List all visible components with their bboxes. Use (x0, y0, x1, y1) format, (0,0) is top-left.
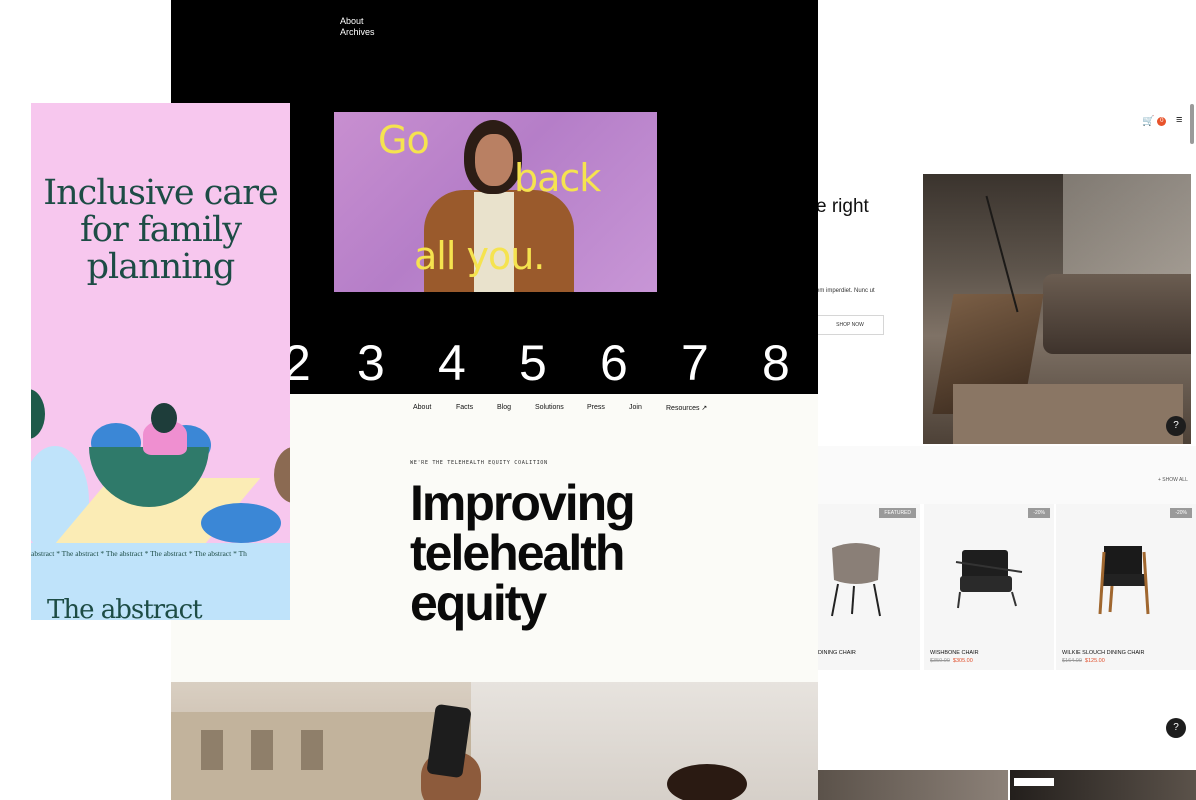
nav-link-about[interactable]: About (413, 404, 431, 411)
nav-link-join[interactable]: Join (629, 404, 642, 411)
hero-title: Inclusive care for family planning (43, 173, 278, 287)
wishbone-chair-image (955, 550, 1023, 609)
hero-title: Improving telehealth equity (410, 475, 636, 631)
scrollbar-thumb[interactable] (1190, 104, 1194, 144)
cart-count-badge: 0 (1157, 116, 1167, 126)
wilkie-chair-image (1098, 546, 1150, 615)
show-all-link[interactable]: + SHOW ALL (1158, 477, 1188, 483)
marquee-text: abstract * The abstract * The abstract *… (31, 549, 247, 558)
page-number[interactable]: 3 (357, 334, 385, 392)
decorative-circle (31, 389, 45, 439)
photo-word: Go (378, 118, 430, 162)
product-name: DINING CHAIR (818, 650, 856, 656)
help-icon[interactable]: ? (1166, 416, 1186, 436)
nav-link-about[interactable]: About (340, 16, 375, 27)
collage-stage: 🛒 0 ≡ s e right em imperdiet. Nunc ut SH… (0, 0, 1196, 800)
help-icon[interactable]: ? (1166, 718, 1186, 738)
page-number[interactable]: 7 (681, 334, 709, 392)
family-planning-page: Inclusive care for family planning abstr… (31, 103, 290, 620)
cart-button[interactable]: 🛒 0 (1142, 116, 1167, 127)
nav-link-press[interactable]: Press (587, 404, 605, 411)
product-price: $164.00 $125.00 (1062, 658, 1105, 664)
hero-heading-fragment-2: e right (816, 196, 869, 217)
campaign-photo: Go back all you. (334, 112, 657, 292)
product-tag: -20% (1028, 508, 1050, 518)
nav-link-blog[interactable]: Blog (497, 404, 511, 411)
cart-icon: 🛒 (1142, 116, 1155, 127)
hamburger-menu-icon[interactable]: ≡ (1176, 114, 1182, 126)
nav-link-facts[interactable]: Facts (456, 404, 473, 411)
archive-nav: About Archives (340, 16, 375, 38)
products-header-band (816, 446, 1196, 504)
living-room-hero-image (923, 174, 1191, 444)
page-number-list: 2 3 4 5 6 7 8 (283, 334, 818, 391)
nav-link-resources[interactable]: Resources ↗ (666, 404, 707, 412)
hero-body-text: em imperdiet. Nunc ut (816, 288, 875, 294)
kicker-text: WE'RE THE TELEHEALTH EQUITY COALITION (410, 460, 548, 466)
page-number[interactable]: 6 (600, 334, 628, 392)
product-price: $350.00 $305.00 (930, 658, 973, 664)
product-tag: FEATURED (879, 508, 916, 518)
product-name: WILKIE SLOUCH DINING CHAIR (1062, 650, 1145, 656)
section-heading: The abstract (47, 595, 203, 620)
page-number[interactable]: 5 (519, 334, 547, 392)
photo-word: back (514, 156, 601, 200)
page-number[interactable]: 8 (762, 334, 790, 392)
page-number[interactable]: 4 (438, 334, 466, 392)
product-tag: -20% (1170, 508, 1192, 518)
photo-word: all you. (414, 234, 545, 278)
shop-now-button[interactable]: SHOP NOW (816, 315, 884, 335)
nav-link-archives[interactable]: Archives (340, 27, 375, 38)
image-highlight (1014, 778, 1054, 786)
nav-link-solutions[interactable]: Solutions (535, 404, 564, 411)
telehealth-hero-photo (171, 682, 818, 800)
product-card[interactable]: -20% WILKIE SLOUCH DINING CHAIR $164.00 $… (1056, 504, 1196, 670)
product-name: WISHBONE CHAIR (930, 650, 979, 656)
decorative-circle (274, 447, 290, 503)
illustration-leaf (201, 503, 281, 543)
illustration-woman-head (151, 403, 177, 433)
interior-image (818, 770, 1008, 800)
product-card[interactable]: -20% WISHBONE CHAIR $350.00 $305.00 (924, 504, 1054, 670)
furniture-page: 🛒 0 ≡ s e right em imperdiet. Nunc ut SH… (780, 0, 1196, 800)
dining-chair-image (831, 543, 881, 617)
